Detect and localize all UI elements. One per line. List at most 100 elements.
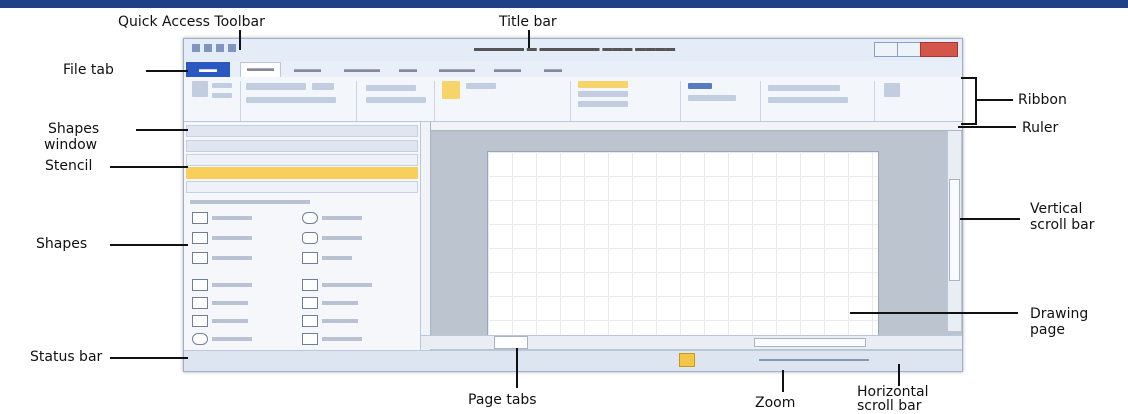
shape-label bbox=[322, 337, 362, 341]
start-end-shape[interactable] bbox=[302, 232, 318, 244]
stencil-title bbox=[190, 200, 310, 204]
top-banner bbox=[0, 0, 1128, 8]
arrange-button[interactable] bbox=[688, 83, 712, 89]
save-icon[interactable] bbox=[192, 44, 200, 52]
shape-style-gallery[interactable] bbox=[578, 81, 628, 88]
custom-1-shape[interactable] bbox=[192, 297, 208, 309]
document-shape[interactable] bbox=[192, 252, 208, 264]
label-shapes: Shapes bbox=[36, 236, 88, 252]
font-size-select[interactable] bbox=[312, 83, 334, 90]
leader-line bbox=[516, 348, 518, 388]
customize-icon[interactable] bbox=[228, 44, 236, 52]
ribbon bbox=[184, 77, 962, 122]
leader-line bbox=[960, 218, 1020, 220]
close-button[interactable] bbox=[920, 42, 958, 57]
leader-line bbox=[110, 166, 188, 168]
leader-line bbox=[782, 370, 784, 392]
title-bar: ▬▬▬▬▬ ▬ ▬▬▬▬▬▬ ▬▬▬ ▬▬▬▬ bbox=[184, 39, 962, 61]
page-tab[interactable] bbox=[494, 336, 528, 349]
cross-functional-stencil[interactable] bbox=[186, 181, 418, 193]
leader-line bbox=[975, 99, 1013, 101]
leader-line bbox=[136, 129, 188, 131]
group-buttons[interactable] bbox=[768, 85, 840, 91]
data-shape[interactable] bbox=[302, 252, 318, 264]
off-page-reference-shape[interactable] bbox=[302, 333, 318, 345]
custom-2-shape[interactable] bbox=[302, 297, 318, 309]
horizontal-ruler bbox=[421, 122, 962, 131]
leader-line bbox=[239, 30, 241, 50]
shape-label bbox=[322, 236, 362, 240]
shape-label bbox=[212, 301, 248, 305]
tools-buttons[interactable] bbox=[466, 83, 496, 89]
custom-3-shape[interactable] bbox=[192, 315, 208, 327]
ribbon-divider bbox=[356, 81, 357, 121]
copy-button[interactable] bbox=[212, 93, 232, 98]
maximize-button[interactable] bbox=[897, 42, 921, 57]
paste-icon[interactable] bbox=[192, 81, 208, 97]
line-button[interactable] bbox=[578, 101, 628, 107]
shape-label bbox=[212, 256, 252, 260]
leader-line bbox=[110, 244, 188, 246]
cut-button[interactable] bbox=[212, 83, 232, 88]
decision-shape[interactable] bbox=[302, 212, 318, 224]
position-button[interactable] bbox=[688, 95, 736, 101]
ribbon-divider bbox=[570, 81, 571, 121]
status-bar bbox=[184, 350, 962, 371]
shape-label bbox=[212, 236, 252, 240]
paragraph-buttons[interactable] bbox=[366, 85, 416, 91]
undo-icon[interactable] bbox=[204, 44, 212, 52]
external-data-shape[interactable] bbox=[302, 279, 318, 291]
shape-label bbox=[322, 256, 352, 260]
quick-shapes-item[interactable] bbox=[186, 154, 418, 166]
custom-4-shape[interactable] bbox=[302, 315, 318, 327]
ribbon-bracket bbox=[961, 77, 977, 125]
fill-button[interactable] bbox=[578, 91, 628, 97]
tab-insert[interactable]: ▬▬▬ bbox=[294, 64, 321, 74]
label-ruler: Ruler bbox=[1022, 120, 1059, 136]
format-buttons[interactable] bbox=[246, 97, 336, 103]
label-ribbon: Ribbon bbox=[1018, 92, 1067, 108]
on-page-reference-shape[interactable] bbox=[192, 333, 208, 345]
shape-label bbox=[212, 319, 248, 323]
label-title-bar: Title bar bbox=[499, 14, 557, 30]
tab-data[interactable]: ▬▬ bbox=[399, 64, 417, 74]
horizontal-scroll-bar[interactable] bbox=[754, 338, 866, 347]
leader-line bbox=[110, 357, 188, 359]
vertical-ruler bbox=[421, 122, 431, 350]
find-icon[interactable] bbox=[884, 83, 900, 97]
stencil-basic-flowchart[interactable] bbox=[186, 167, 418, 179]
label-drawing-page-line1: Drawing bbox=[1030, 306, 1089, 322]
fit-page-icon[interactable] bbox=[679, 353, 695, 367]
tab-review[interactable]: ▬▬▬ bbox=[494, 64, 521, 74]
pointer-tool-icon[interactable] bbox=[442, 81, 460, 99]
process-shape[interactable] bbox=[192, 212, 208, 224]
font-select[interactable] bbox=[246, 83, 306, 90]
drawing-page[interactable] bbox=[487, 151, 879, 337]
vertical-scroll-thumb[interactable] bbox=[949, 179, 960, 281]
more-shapes-menu[interactable] bbox=[186, 140, 418, 152]
shape-label bbox=[322, 216, 362, 220]
subprocess-shape[interactable] bbox=[192, 232, 208, 244]
database-shape[interactable] bbox=[192, 279, 208, 291]
leader-line bbox=[898, 364, 900, 386]
label-vertical-scroll-bar-line2: scroll bar bbox=[1030, 217, 1095, 233]
tab-view[interactable]: ▬▬ bbox=[544, 64, 562, 74]
shape-label bbox=[322, 301, 358, 305]
shape-label bbox=[212, 337, 252, 341]
layer-buttons[interactable] bbox=[768, 97, 848, 103]
label-drawing-page-line2: page bbox=[1030, 322, 1065, 338]
file-tab[interactable]: ▬▬ bbox=[186, 62, 230, 77]
align-buttons[interactable] bbox=[366, 97, 426, 103]
tab-design[interactable]: ▬▬▬▬ bbox=[344, 64, 380, 74]
label-page-tabs: Page tabs bbox=[468, 392, 537, 408]
ribbon-divider bbox=[760, 81, 761, 121]
tab-process[interactable]: ▬▬▬▬ bbox=[439, 64, 475, 74]
shapes-window-header bbox=[186, 125, 418, 137]
minimize-button[interactable] bbox=[874, 42, 898, 57]
redo-icon[interactable] bbox=[216, 44, 224, 52]
tab-home[interactable]: ▬▬▬ bbox=[240, 62, 281, 78]
app-screenshot: ▬▬▬▬▬ ▬ ▬▬▬▬▬▬ ▬▬▬ ▬▬▬▬ ▬▬ ▬▬▬ ▬▬▬ ▬▬▬▬ … bbox=[183, 38, 963, 372]
shape-label bbox=[322, 283, 372, 287]
zoom-slider[interactable] bbox=[759, 359, 869, 361]
label-zoom: Zoom bbox=[755, 395, 796, 411]
